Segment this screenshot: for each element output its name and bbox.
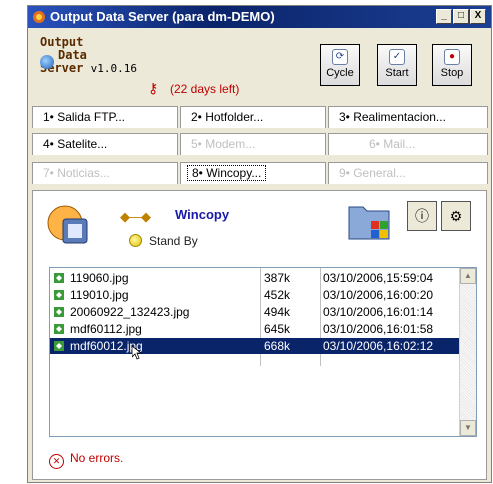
list-item[interactable]: mdf60112.jpg 645k 03/10/2006,16:01:58 bbox=[50, 321, 464, 337]
tab-noticias: 7• Noticias... bbox=[32, 162, 178, 184]
file-date: 03/10/2006,15:59:04 bbox=[323, 271, 434, 285]
file-size: 494k bbox=[264, 305, 291, 319]
transfer-arrows-icon: ◆—◆ bbox=[120, 209, 151, 224]
error-text: No errors. bbox=[70, 451, 124, 465]
cycle-button[interactable]: ⟳ Cycle bbox=[320, 44, 360, 86]
file-size: 387k bbox=[264, 271, 291, 285]
stop-label: Stop bbox=[440, 67, 464, 79]
title-bar[interactable]: Output Data Server (para dm-DEMO) _ □ X bbox=[28, 6, 491, 28]
tab-strip: 1• Salida FTP... 2• Hotfolder... 3• Real… bbox=[28, 106, 491, 190]
tab-general: 9• General... bbox=[328, 162, 488, 184]
tab-satelite[interactable]: 4• Satelite... bbox=[32, 133, 178, 155]
maximize-button[interactable]: □ bbox=[453, 9, 469, 24]
cycle-icon: ⟳ bbox=[332, 49, 348, 65]
error-status: ✕ No errors. bbox=[49, 451, 123, 469]
logo-line-1: Output bbox=[40, 35, 84, 49]
info-icon: ⓘ bbox=[415, 208, 429, 224]
file-size: 452k bbox=[264, 288, 291, 302]
list-item[interactable]: 20060922_132423.jpg 494k 03/10/2006,16:0… bbox=[50, 304, 464, 320]
scroll-up-icon[interactable]: ▲ bbox=[460, 268, 476, 284]
app-logo: Output Data Server v1.0.16 bbox=[40, 35, 137, 76]
file-icon bbox=[54, 324, 64, 334]
panel-status: Stand By bbox=[149, 234, 198, 248]
header: Output Data Server v1.0.16 ⚷ (22 days le… bbox=[28, 28, 491, 102]
tab-mail: 6• Mail... bbox=[328, 133, 488, 155]
tab-salida-ftp[interactable]: 1• Salida FTP... bbox=[32, 106, 178, 128]
file-name: mdf60112.jpg bbox=[70, 322, 142, 336]
stop-icon: ● bbox=[444, 49, 460, 65]
file-date: 03/10/2006,16:02:12 bbox=[323, 339, 434, 353]
stop-button[interactable]: ● Stop bbox=[432, 44, 472, 86]
file-icon bbox=[54, 290, 64, 300]
file-date: 03/10/2006,16:01:14 bbox=[323, 305, 434, 319]
tab-hotfolder[interactable]: 2• Hotfolder... bbox=[180, 106, 326, 128]
app-window: Output Data Server (para dm-DEMO) _ □ X … bbox=[27, 5, 492, 483]
version-label: v1.0.16 bbox=[90, 62, 137, 75]
start-label: Start bbox=[385, 67, 409, 79]
minimize-button[interactable]: _ bbox=[436, 9, 452, 24]
file-size: 645k bbox=[264, 322, 291, 336]
file-name: 20060922_132423.jpg bbox=[70, 305, 190, 319]
scroll-down-icon[interactable]: ▼ bbox=[460, 420, 476, 436]
file-size: 668k bbox=[264, 339, 291, 353]
panel-title: Wincopy bbox=[175, 207, 230, 222]
file-date: 03/10/2006,16:01:58 bbox=[323, 322, 434, 336]
list-item[interactable]: 119010.jpg 452k 03/10/2006,16:00:20 bbox=[50, 287, 464, 303]
list-item[interactable]: 119060.jpg 387k 03/10/2006,15:59:04 bbox=[50, 270, 464, 286]
tab-modem: 5• Modem... bbox=[180, 133, 326, 155]
file-icon bbox=[54, 273, 64, 283]
wincopy-panel: ◆—◆ Wincopy Stand By ⓘ ⚙ 119060.jpg 387k… bbox=[32, 190, 487, 480]
file-name: 119060.jpg bbox=[70, 271, 129, 285]
file-name: 119010.jpg bbox=[70, 288, 129, 302]
cycle-label: Cycle bbox=[326, 67, 354, 79]
window-title: Output Data Server (para dm-DEMO) bbox=[50, 9, 275, 24]
start-button[interactable]: ✓ Start bbox=[377, 44, 417, 86]
panel-header: ◆—◆ Wincopy Stand By ⓘ ⚙ bbox=[45, 201, 475, 261]
mouse-cursor-icon bbox=[132, 346, 142, 360]
list-item-selected[interactable]: mdf60012.jpg 668k 03/10/2006,16:02:12 bbox=[50, 338, 464, 354]
key-icon: ⚷ bbox=[148, 80, 159, 96]
checkmark-icon: ✓ bbox=[389, 49, 405, 65]
file-list[interactable]: 119060.jpg 387k 03/10/2006,15:59:04 1190… bbox=[49, 267, 477, 437]
file-icon bbox=[54, 307, 64, 317]
tab-wincopy-label: 8• Wincopy... bbox=[187, 165, 267, 181]
license-status: (22 days left) bbox=[170, 82, 240, 96]
status-indicator-icon bbox=[129, 234, 142, 247]
app-icon bbox=[33, 11, 45, 23]
tab-wincopy[interactable]: 8• Wincopy... bbox=[180, 162, 326, 184]
vertical-scrollbar[interactable]: ▲ ▼ bbox=[459, 268, 476, 436]
settings-button[interactable]: ⚙ bbox=[441, 201, 471, 231]
file-icon bbox=[54, 341, 64, 351]
wincopy-logo-icon bbox=[47, 205, 88, 244]
globe-icon bbox=[40, 55, 54, 69]
gear-icon: ⚙ bbox=[449, 208, 463, 224]
tab-realimentacion[interactable]: 3• Realimentacion... bbox=[328, 106, 488, 128]
error-icon: ✕ bbox=[49, 454, 64, 469]
info-button[interactable]: ⓘ bbox=[407, 201, 437, 231]
file-date: 03/10/2006,16:00:20 bbox=[323, 288, 434, 302]
folder-icon bbox=[348, 206, 390, 240]
close-button[interactable]: X bbox=[470, 9, 486, 24]
